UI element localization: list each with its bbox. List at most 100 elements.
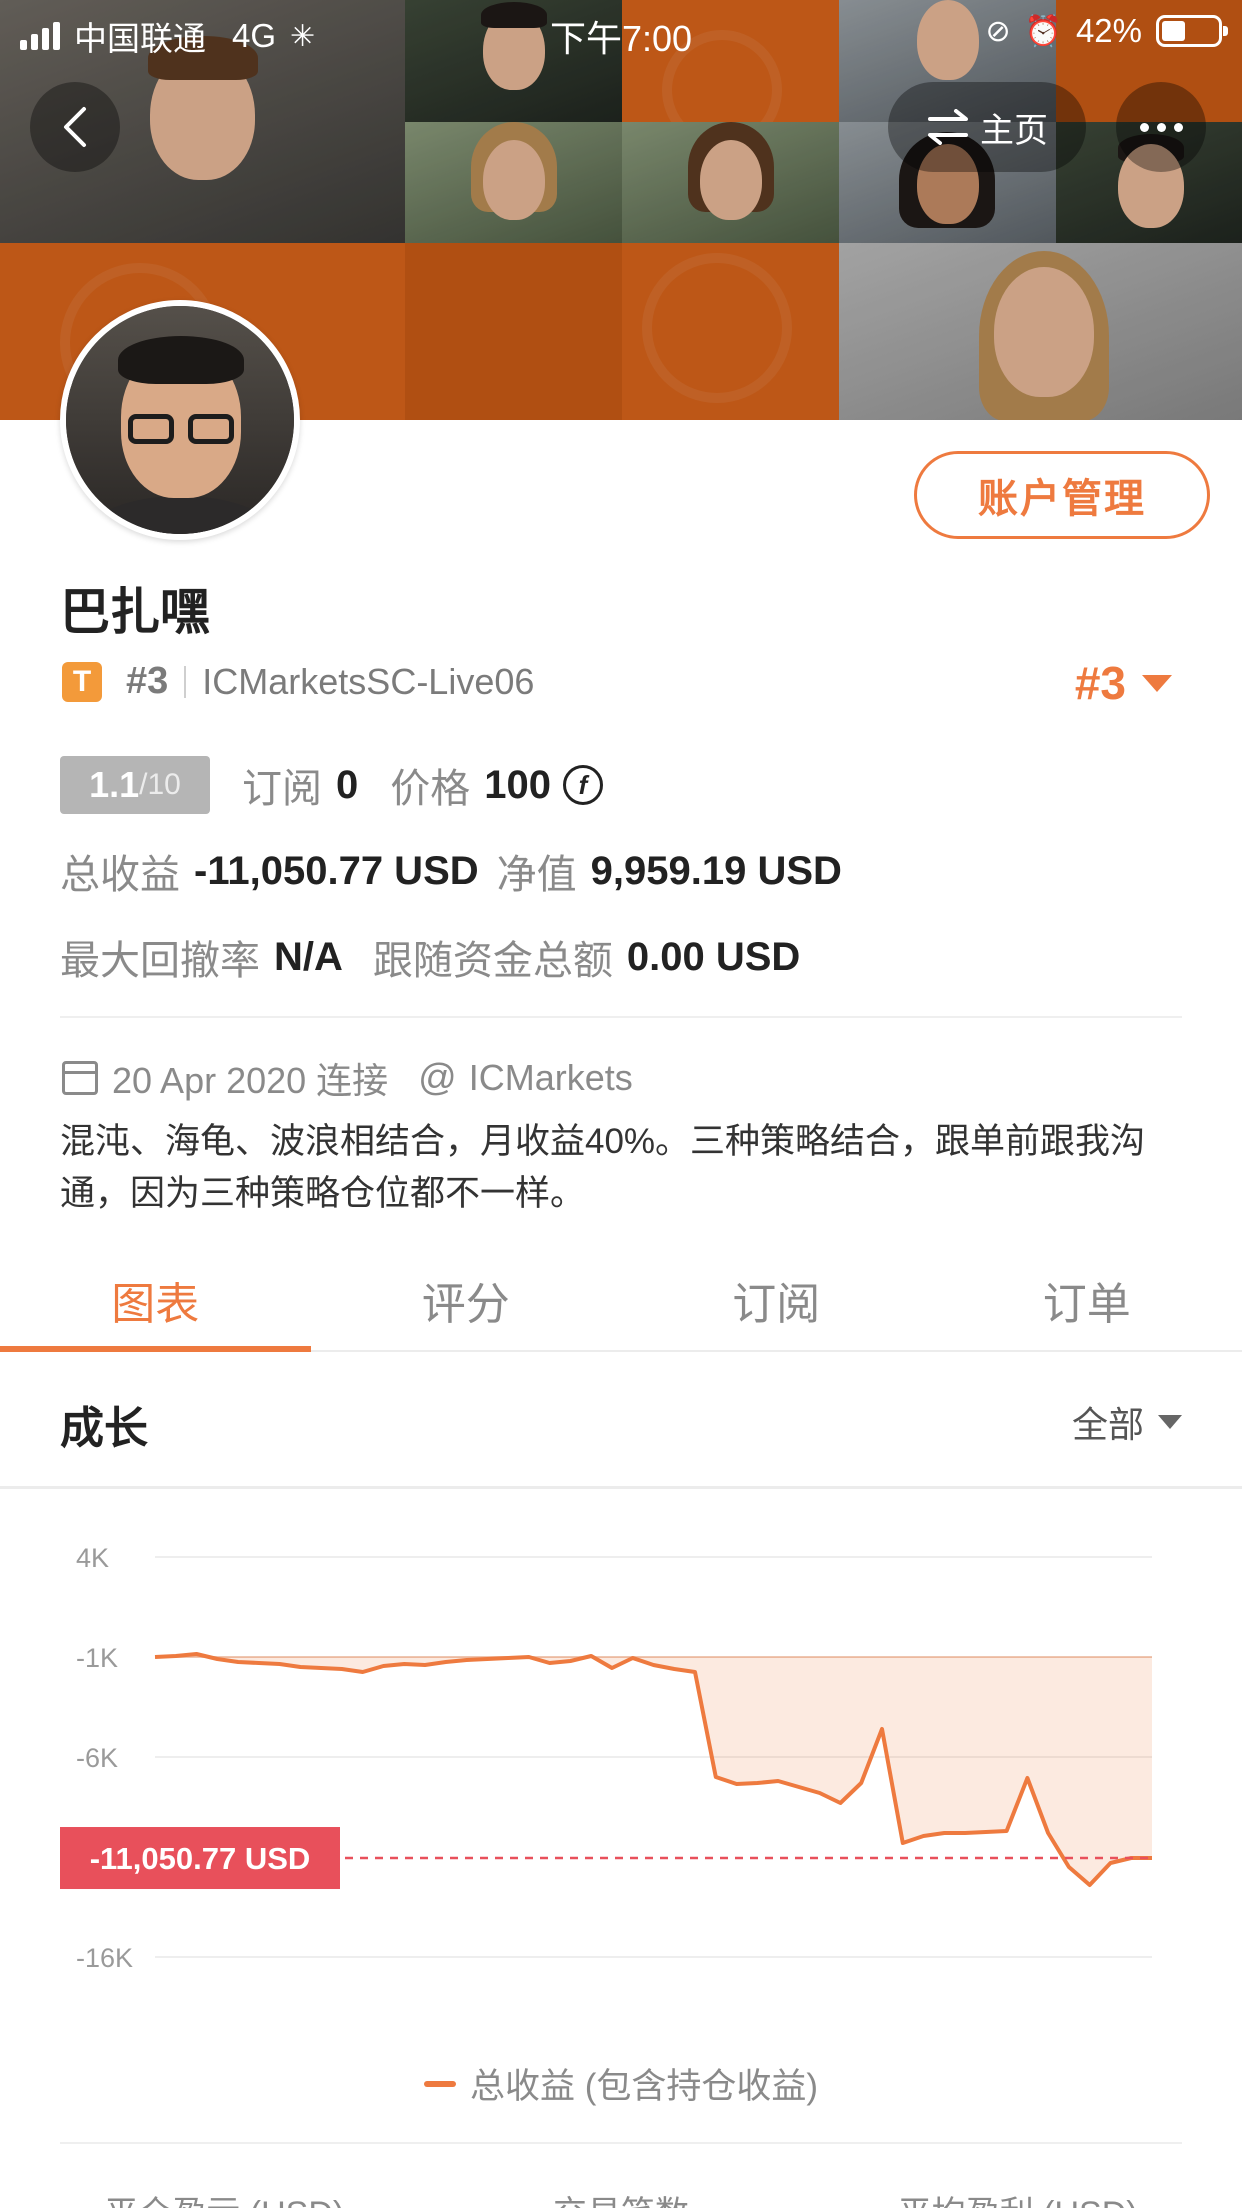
equity-value: 9,959.19 USD — [590, 848, 842, 893]
caret-down-icon — [1142, 674, 1172, 692]
stats-row-2: 总收益 -11,050.77 USD 净值 9,959.19 USD — [60, 842, 842, 900]
tab-orders[interactable]: 订单 — [932, 1250, 1242, 1350]
data-point — [859, 1781, 863, 1785]
y-tick-label: -6K — [76, 1743, 118, 1773]
y-tick-label: 4K — [76, 1543, 109, 1573]
data-point — [548, 1661, 552, 1665]
current-value-label: -11,050.77 USD — [90, 1841, 311, 1876]
chevron-left-icon — [64, 107, 86, 147]
more-button[interactable] — [1116, 82, 1206, 172]
data-point — [485, 1657, 489, 1661]
home-button[interactable]: 主页 — [888, 82, 1086, 172]
home-button-label: 主页 — [980, 111, 1048, 150]
caret-down-icon — [1158, 1415, 1182, 1429]
tab-rating[interactable]: 评分 — [311, 1250, 622, 1350]
data-point — [838, 1801, 842, 1805]
data-point — [153, 1655, 157, 1659]
summary-label: 交易笔数 — [553, 2186, 689, 2208]
total-profit-value: -11,050.77 USD — [194, 848, 479, 893]
data-point — [714, 1775, 718, 1779]
summary-label: 平仓盈亏 (USD) — [104, 2186, 344, 2208]
strategy-description: 混沌、海龟、波浪相结合，月收益40%。三种策略结合，跟单前跟我沟通，因为三种策略… — [60, 1122, 1146, 1213]
divider — [60, 2142, 1182, 2144]
data-point — [381, 1664, 385, 1668]
connection-info: 20 Apr 2020 连接 @ ICMarkets — [62, 1052, 633, 1104]
follow-funds-label: 跟随资金总额 — [372, 939, 613, 983]
follow-funds-value: 0.00 USD — [626, 934, 801, 979]
data-point — [236, 1660, 240, 1664]
price-value: 100 — [484, 762, 551, 807]
range-filter[interactable]: 全部 — [1072, 1396, 1182, 1448]
data-point — [1108, 1861, 1112, 1865]
data-point — [755, 1781, 759, 1785]
data-point — [735, 1782, 739, 1786]
data-point — [1067, 1865, 1071, 1869]
more-dot — [1173, 122, 1183, 132]
data-point — [1046, 1831, 1050, 1835]
data-point — [1005, 1829, 1009, 1833]
summary-labels: 平仓盈亏 (USD) 交易笔数 平均盈利 (USD) — [0, 2186, 1242, 2208]
tab-bar: 图表 评分 订阅 订单 — [0, 1250, 1242, 1352]
data-point — [444, 1660, 448, 1664]
connect-date: 20 Apr 2020 连接 — [112, 1060, 389, 1101]
rank-label: #3 — [126, 660, 169, 702]
subscribe-label: 订阅 — [242, 767, 322, 811]
rank-dropdown[interactable]: #3 — [1075, 656, 1172, 710]
range-filter-value: 全部 — [1071, 1404, 1144, 1445]
data-point — [195, 1652, 199, 1656]
data-point — [278, 1662, 282, 1666]
battery-percent: 42% — [1075, 12, 1142, 49]
data-point — [423, 1663, 427, 1667]
data-point — [340, 1667, 344, 1671]
y-tick-label: -1K — [76, 1643, 118, 1673]
at-icon: @ — [418, 1056, 457, 1099]
data-point — [797, 1785, 801, 1789]
data-point — [984, 1830, 988, 1834]
avatar[interactable] — [60, 300, 300, 540]
score-badge: 1.1/10 — [60, 756, 210, 814]
tab-subscribe[interactable]: 订阅 — [621, 1250, 932, 1350]
chart-legend: 总收益 (包含持仓收益) — [0, 2058, 1242, 2109]
data-point — [215, 1657, 219, 1661]
coin-icon: f — [563, 765, 603, 805]
data-point — [257, 1661, 261, 1665]
data-point — [610, 1666, 614, 1670]
data-point — [319, 1666, 323, 1670]
stats-row-3: 最大回撤率 N/A 跟随资金总额 0.00 USD — [60, 928, 800, 986]
data-point — [465, 1658, 469, 1662]
battery-icon — [1156, 15, 1228, 47]
data-point — [361, 1670, 365, 1674]
y-tick-label: -16K — [76, 1943, 133, 1973]
equity-label: 净值 — [496, 853, 577, 897]
calendar-icon — [62, 1061, 98, 1095]
total-profit-label: 总收益 — [60, 853, 180, 897]
data-point — [174, 1654, 178, 1658]
data-point — [402, 1662, 406, 1666]
server-name: ICMarketsSC-Live06 — [202, 660, 535, 702]
divider — [60, 1016, 1182, 1018]
broker-name: ICMarkets — [468, 1057, 633, 1098]
data-point — [693, 1670, 697, 1674]
legend-swatch — [423, 2080, 456, 2087]
growth-chart[interactable]: 4K -1K -6K -16K -11,050.77 USD — [0, 1500, 1242, 2020]
data-point — [298, 1665, 302, 1669]
data-point — [527, 1655, 531, 1659]
data-point — [901, 1841, 905, 1845]
tab-chart[interactable]: 图表 — [0, 1250, 311, 1352]
data-point — [818, 1791, 822, 1795]
status-bar: 中国联通 4G ✳ 下午7:00 ⊘ ⏰ 42% — [0, 0, 1242, 62]
data-point — [963, 1831, 967, 1835]
back-button[interactable] — [30, 82, 120, 172]
data-point — [589, 1654, 593, 1658]
trader-name: 巴扎嘿 — [60, 584, 210, 640]
subscribe-count: 0 — [336, 762, 359, 807]
data-point — [506, 1656, 510, 1660]
account-management-button[interactable]: 账户管理 — [914, 451, 1210, 539]
more-dot — [1139, 122, 1149, 132]
more-dot — [1156, 122, 1166, 132]
data-point — [942, 1831, 946, 1835]
data-point — [568, 1659, 572, 1663]
data-point — [1025, 1776, 1029, 1780]
drawdown-value: N/A — [274, 934, 343, 979]
trader-meta: T #3 ICMarketsSC-Live06 — [62, 660, 534, 703]
